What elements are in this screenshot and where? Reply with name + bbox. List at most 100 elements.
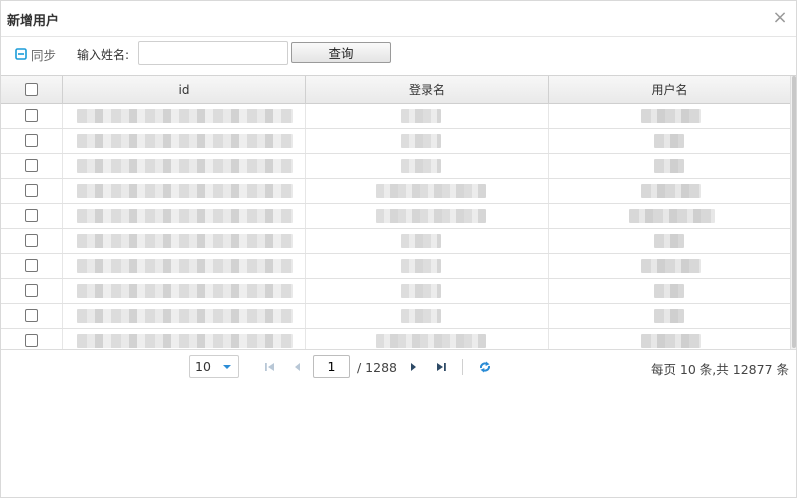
save-icon — [15, 48, 27, 60]
scrollbar-thumb[interactable] — [792, 76, 796, 348]
id-cell — [63, 204, 306, 228]
redacted-value — [641, 109, 701, 123]
add-user-dialog: 新增用户 × 同步 输入姓名: 查询 id 登录名 用户名 10 1 / 128… — [0, 0, 797, 498]
redacted-value — [77, 184, 293, 198]
query-button[interactable]: 查询 — [291, 42, 391, 63]
id-cell — [63, 104, 306, 128]
row-checkbox[interactable] — [25, 134, 38, 147]
row-checkbox[interactable] — [25, 109, 38, 122]
table-row[interactable] — [1, 104, 790, 129]
user-grid: id 登录名 用户名 — [1, 75, 796, 349]
prev-page-icon[interactable] — [291, 360, 305, 374]
login-name-cell — [306, 204, 549, 228]
close-icon[interactable]: × — [772, 8, 788, 28]
row-checkbox[interactable] — [25, 159, 38, 172]
redacted-value — [641, 259, 701, 273]
redacted-value — [654, 309, 684, 323]
redacted-value — [401, 134, 441, 148]
redacted-value — [641, 334, 701, 348]
table-row[interactable] — [1, 204, 790, 229]
sync-button[interactable]: 同步 — [15, 45, 56, 63]
column-header-login-name[interactable]: 登录名 — [306, 76, 549, 104]
row-checkbox[interactable] — [25, 334, 38, 347]
table-row[interactable] — [1, 229, 790, 254]
id-cell — [63, 229, 306, 253]
redacted-value — [376, 209, 486, 223]
redacted-value — [629, 209, 715, 223]
column-header-user-name[interactable]: 用户名 — [549, 76, 790, 104]
row-checkbox-cell — [1, 279, 63, 303]
name-search-input[interactable] — [138, 41, 288, 65]
row-checkbox-cell — [1, 179, 63, 203]
login-name-cell — [306, 154, 549, 178]
page-size-select[interactable]: 10 — [189, 355, 239, 378]
row-checkbox[interactable] — [25, 259, 38, 272]
table-row[interactable] — [1, 129, 790, 154]
redacted-value — [401, 259, 441, 273]
id-cell — [63, 329, 306, 349]
row-checkbox[interactable] — [25, 234, 38, 247]
redacted-value — [654, 284, 684, 298]
redacted-value — [77, 309, 293, 323]
login-name-cell — [306, 254, 549, 278]
user-name-cell — [549, 154, 790, 178]
grid-scrollbar[interactable] — [790, 76, 796, 349]
login-name-cell — [306, 304, 549, 328]
grid-header: id 登录名 用户名 — [1, 76, 790, 104]
user-name-cell — [549, 204, 790, 228]
redacted-value — [401, 109, 441, 123]
row-checkbox-cell — [1, 154, 63, 178]
user-name-cell — [549, 254, 790, 278]
id-cell — [63, 154, 306, 178]
next-page-icon[interactable] — [406, 360, 420, 374]
first-page-icon[interactable] — [263, 360, 277, 374]
redacted-value — [654, 134, 684, 148]
redacted-value — [77, 159, 293, 173]
row-checkbox-cell — [1, 329, 63, 349]
column-header-id[interactable]: id — [63, 76, 306, 104]
row-checkbox[interactable] — [25, 209, 38, 222]
redacted-value — [641, 184, 701, 198]
row-checkbox-cell — [1, 229, 63, 253]
last-page-icon[interactable] — [434, 360, 448, 374]
row-checkbox-cell — [1, 304, 63, 328]
redacted-value — [401, 309, 441, 323]
pagination-bar: 10 / 1288 每页 10 条,共 12877 条 — [1, 349, 796, 383]
header-select-all — [1, 76, 63, 104]
select-all-checkbox[interactable] — [25, 83, 38, 96]
row-checkbox-cell — [1, 204, 63, 228]
table-row[interactable] — [1, 279, 790, 304]
redacted-value — [401, 284, 441, 298]
user-name-cell — [549, 129, 790, 153]
redacted-value — [77, 234, 293, 248]
redacted-value — [376, 334, 486, 348]
row-checkbox[interactable] — [25, 284, 38, 297]
row-checkbox[interactable] — [25, 309, 38, 322]
table-row[interactable] — [1, 154, 790, 179]
user-name-cell — [549, 329, 790, 349]
table-row[interactable] — [1, 179, 790, 204]
table-row[interactable] — [1, 254, 790, 279]
table-row[interactable] — [1, 329, 790, 349]
id-cell — [63, 304, 306, 328]
redacted-value — [77, 134, 293, 148]
user-name-cell — [549, 279, 790, 303]
dialog-titlebar: 新增用户 × — [1, 1, 796, 37]
login-name-cell — [306, 229, 549, 253]
dialog-title: 新增用户 — [7, 14, 60, 29]
search-label: 输入姓名: — [77, 48, 130, 62]
user-name-cell — [549, 104, 790, 128]
row-checkbox-cell — [1, 254, 63, 278]
id-cell — [63, 254, 306, 278]
id-cell — [63, 129, 306, 153]
redacted-value — [654, 159, 684, 173]
row-checkbox-cell — [1, 129, 63, 153]
id-cell — [63, 279, 306, 303]
table-row[interactable] — [1, 304, 790, 329]
refresh-icon[interactable] — [478, 360, 492, 374]
row-checkbox[interactable] — [25, 184, 38, 197]
page-number-input[interactable] — [313, 355, 350, 378]
id-cell — [63, 179, 306, 203]
user-name-cell — [549, 229, 790, 253]
redacted-value — [401, 234, 441, 248]
